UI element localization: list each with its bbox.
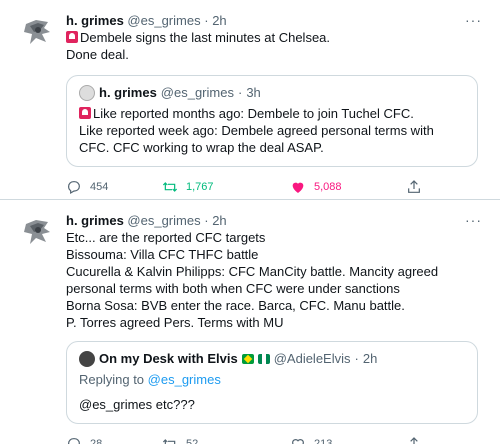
tweet-text: Etc... are the reported CFC targets Biss…	[66, 230, 439, 330]
tweet-actions: 28 52 213	[66, 436, 488, 444]
quoted-author-handle: @es_grimes	[160, 85, 234, 100]
more-icon: ···	[465, 12, 482, 28]
avatar[interactable]	[20, 214, 56, 250]
like-button[interactable]: 213	[290, 436, 406, 444]
tweet-text-content: Dembele signs the last minutes at Chelse…	[66, 30, 331, 62]
quoted-tweet-header: On my Desk with Elvis @AdieleElvis · 2h	[79, 350, 465, 367]
timestamp[interactable]: 2h	[212, 213, 226, 228]
like-count: 213	[314, 438, 333, 444]
more-icon: ···	[465, 212, 482, 228]
quoted-author-name: On my Desk with Elvis	[99, 351, 238, 366]
replying-to: Replying to @es_grimes	[79, 371, 465, 388]
reply-button[interactable]: 28	[66, 436, 162, 444]
share-button[interactable]	[406, 179, 422, 195]
tweet[interactable]: ··· h. grimes @es_grimes · 2h Dembele si…	[0, 0, 500, 200]
reply-button[interactable]: 454	[66, 179, 162, 195]
tweet-text: Dembele signs the last minutes at Chelse…	[66, 29, 488, 63]
avatar[interactable]	[20, 14, 56, 50]
tweet-header: h. grimes @es_grimes · 2h	[66, 12, 488, 29]
separator-dot: ·	[237, 85, 243, 100]
quoted-author-handle: @AdieleElvis	[273, 351, 351, 366]
nigeria-flag-icon	[257, 353, 270, 364]
quoted-tweet-text-content: Like reported months ago: Dembele to joi…	[79, 106, 434, 155]
siren-icon	[66, 31, 78, 43]
like-count: 5,088	[314, 181, 342, 193]
reply-icon	[68, 438, 80, 444]
separator-dot: ·	[354, 351, 359, 366]
quoted-tweet-header: h. grimes @es_grimes · 3h	[79, 84, 465, 101]
author-name[interactable]: h. grimes	[66, 13, 124, 28]
retweet-count: 1,767	[186, 181, 214, 193]
quoted-avatar	[79, 84, 95, 101]
share-icon	[408, 180, 420, 193]
tweet-actions: 454 1,767 5,088	[66, 179, 488, 195]
separator-dot: ·	[204, 13, 209, 28]
quoted-tweet-text: @es_grimes etc???	[79, 397, 195, 412]
quoted-tweet[interactable]: h. grimes @es_grimes · 3h Like reported …	[66, 75, 478, 167]
replying-to-label: Replying to	[79, 372, 145, 387]
avatar-image	[20, 214, 56, 250]
replying-to-handle[interactable]: @es_grimes	[148, 372, 221, 387]
reply-icon	[68, 181, 80, 195]
more-options-button[interactable]: ···	[465, 12, 482, 28]
share-button[interactable]	[406, 436, 422, 444]
quoted-author-name: h. grimes	[99, 85, 157, 100]
more-options-button[interactable]: ···	[465, 212, 482, 228]
retweet-icon	[162, 439, 176, 444]
retweet-icon	[162, 182, 178, 192]
quoted-tweet[interactable]: On my Desk with Elvis @AdieleElvis · 2h …	[66, 341, 478, 424]
heart-icon	[292, 439, 304, 444]
retweet-button[interactable]: 1,767	[162, 179, 290, 195]
separator-dot: ·	[204, 213, 209, 228]
tweet-header: h. grimes @es_grimes · 2h	[66, 212, 488, 229]
like-button[interactable]: 5,088	[290, 179, 406, 195]
author-handle[interactable]: @es_grimes	[127, 213, 200, 228]
brazil-flag-icon	[241, 353, 254, 364]
author-handle[interactable]: @es_grimes	[127, 13, 200, 28]
avatar-image	[20, 14, 56, 50]
reply-count: 454	[90, 181, 109, 193]
quoted-timestamp: 3h	[246, 85, 261, 100]
siren-icon	[79, 107, 91, 119]
tweet[interactable]: ··· h. grimes @es_grimes · 2h Etc... are…	[0, 200, 500, 444]
heart-icon	[292, 182, 304, 193]
retweet-button[interactable]: 52	[162, 436, 290, 444]
timestamp[interactable]: 2h	[212, 13, 226, 28]
author-name[interactable]: h. grimes	[66, 213, 124, 228]
timeline: ··· h. grimes @es_grimes · 2h Dembele si…	[0, 0, 500, 444]
quoted-tweet-text: Like reported months ago: Dembele to joi…	[79, 105, 465, 156]
retweet-count: 52	[186, 438, 199, 444]
share-icon	[410, 437, 418, 444]
reply-count: 28	[90, 438, 103, 444]
quoted-avatar	[79, 350, 95, 367]
quoted-timestamp: 2h	[362, 351, 378, 366]
